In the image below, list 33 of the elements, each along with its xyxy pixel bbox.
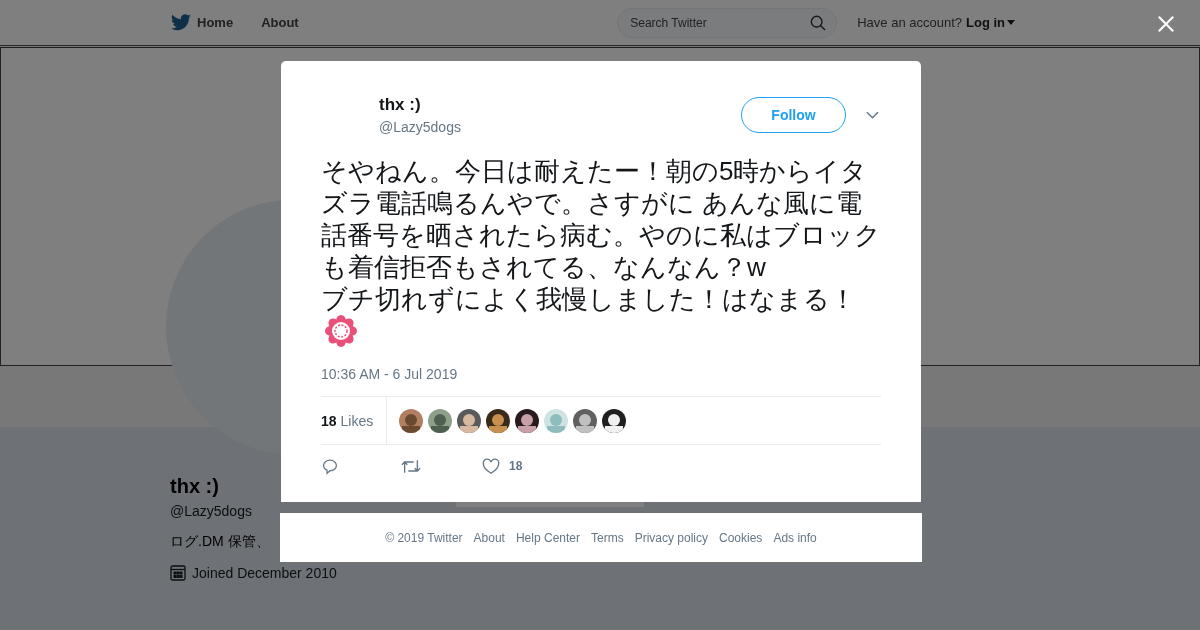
login-link[interactable]: Log in [966,15,1015,30]
follow-button[interactable]: Follow [741,97,846,133]
heart-icon[interactable] [482,457,500,475]
chevron-icon[interactable] [866,111,879,119]
tweet-timestamp[interactable]: 10:36 AM - 6 Jul 2019 [321,366,881,382]
calendar-icon [170,565,186,581]
close-icon[interactable] [1157,15,1175,33]
footer-link[interactable]: Help Center [515,530,580,545]
footer-link[interactable]: Terms [591,530,624,545]
likes-count[interactable]: 18 Likes [321,397,388,444]
caret-icon [1007,20,1015,25]
search-field[interactable]: Search Twitter [617,7,838,38]
like-count: 18 [509,459,523,473]
flower-icon [325,315,357,347]
nav-link[interactable]: Home [197,15,234,30]
tweet-text: そやねん。今日は耐えたー！朝の5時からイタズラ電話鳴るんやで。さすがに あんな風に電話番号を晒されたら病む。やのに私はブロックも着信拒否もされてる、なんなん？w ブチ切れずによく我慢しました！はなまる！ [321,156,881,314]
bird-logo-icon[interactable] [171,14,191,31]
author-handle[interactable]: @Lazy5dogs [379,119,741,135]
account-prompt: Have an account? [857,15,962,30]
footer-link[interactable]: Ads info [773,530,817,545]
author-name[interactable]: thx :) [379,95,741,115]
search-icon[interactable] [810,14,827,31]
profile-handle: @Lazy5dogs [170,503,252,519]
footer-link[interactable]: Privacy policy [634,530,708,545]
retweet-icon[interactable] [401,457,421,475]
profile-name: thx :) [170,475,219,498]
joined-date: Joined December 2010 [192,565,337,581]
footer-link[interactable]: About [473,530,505,545]
reply-icon[interactable] [321,457,339,475]
footer-link[interactable]: Cookies [719,530,763,545]
nav-link[interactable]: About [261,15,299,30]
profile-bio: ログ.DM 保管、 [170,533,270,551]
copyright-text: © 2019 Twitter [385,530,463,545]
